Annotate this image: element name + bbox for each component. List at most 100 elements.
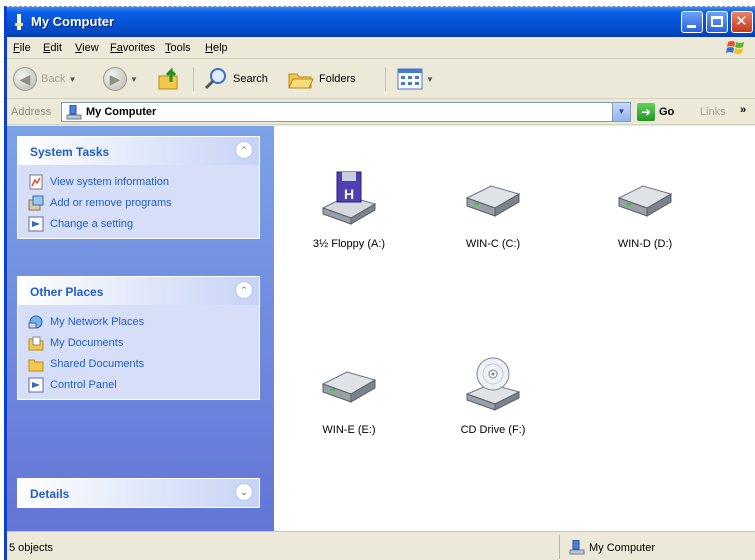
drive-item-e[interactable]: WIN-E (E:) bbox=[294, 354, 404, 436]
go-arrow-icon: ➜ bbox=[637, 103, 655, 121]
system-tasks-panel: System Tasks ⌃ View system information A… bbox=[17, 136, 260, 239]
menu-help[interactable]: Help bbox=[205, 42, 228, 54]
control-panel-icon bbox=[28, 216, 44, 231]
cd-drive-icon bbox=[465, 357, 521, 411]
links-button[interactable]: Links bbox=[700, 106, 726, 118]
folders-icon bbox=[288, 73, 314, 89]
svg-text:H: H bbox=[344, 186, 354, 202]
hard-drive-icon bbox=[321, 371, 377, 403]
maximize-icon bbox=[711, 16, 723, 27]
explorer-window: My Computer ✕ File Edit View Favorites T… bbox=[4, 6, 755, 560]
system-info-icon bbox=[29, 174, 43, 189]
windows-logo-icon bbox=[726, 41, 744, 54]
title-bar[interactable]: My Computer ✕ bbox=[7, 7, 755, 37]
forward-dropdown-icon: ▼ bbox=[130, 74, 138, 84]
back-arrow-icon: ◀ bbox=[13, 67, 37, 91]
network-places-icon bbox=[28, 315, 43, 328]
my-computer-small-icon bbox=[66, 105, 82, 120]
status-location-label: My Computer bbox=[589, 541, 656, 554]
views-dropdown-icon: ▼ bbox=[426, 74, 434, 84]
back-button[interactable]: ◀ Back ▼ bbox=[13, 65, 76, 93]
place-label: My Documents bbox=[50, 336, 124, 349]
object-count: 5 objects bbox=[9, 542, 54, 554]
menu-view[interactable]: View bbox=[75, 42, 99, 54]
status-divider bbox=[559, 535, 560, 559]
place-label: My Network Places bbox=[50, 315, 145, 328]
forward-button[interactable]: ▶ ▼ bbox=[103, 65, 138, 93]
toolbar-separator bbox=[193, 67, 194, 91]
my-computer-title-icon bbox=[15, 14, 23, 30]
control-panel-icon bbox=[28, 377, 44, 392]
close-button[interactable]: ✕ bbox=[731, 11, 753, 33]
minimize-icon bbox=[687, 25, 696, 28]
task-add-remove-programs[interactable]: Add or remove programs bbox=[28, 192, 249, 213]
links-chevron-icon[interactable]: » bbox=[740, 104, 746, 116]
back-dropdown-icon: ▼ bbox=[68, 74, 77, 84]
drive-label: CD Drive (F:) bbox=[460, 424, 526, 436]
views-button[interactable]: ▼ bbox=[397, 65, 434, 93]
toolbar: ◀ Back ▼ ▶ ▼ Search Folders ▼ bbox=[7, 59, 755, 99]
address-input[interactable]: My Computer ▼ bbox=[61, 102, 631, 122]
address-value: My Computer bbox=[86, 106, 157, 118]
expand-chevron-icon[interactable]: ⌄ bbox=[235, 483, 253, 501]
task-change-setting[interactable]: Change a setting bbox=[28, 213, 249, 234]
place-my-network-places[interactable]: My Network Places bbox=[28, 311, 249, 332]
drive-item-d[interactable]: WIN-D (D:) bbox=[590, 168, 700, 250]
drive-label: WIN-D (D:) bbox=[617, 238, 673, 250]
task-label: Change a setting bbox=[50, 217, 134, 230]
window-title: My Computer bbox=[31, 14, 115, 29]
menu-edit[interactable]: Edit bbox=[43, 42, 62, 54]
menu-favorites[interactable]: Favorites bbox=[110, 42, 155, 54]
search-icon bbox=[204, 68, 226, 90]
search-label: Search bbox=[233, 73, 268, 85]
floppy-drive-icon: H bbox=[321, 171, 377, 225]
up-folder-icon bbox=[158, 67, 178, 90]
forward-arrow-icon: ▶ bbox=[103, 67, 127, 91]
go-button[interactable]: ➜ Go bbox=[637, 103, 674, 121]
add-remove-programs-icon bbox=[28, 195, 44, 210]
toolbar-separator bbox=[385, 67, 386, 91]
address-label: Address bbox=[11, 106, 52, 118]
minimize-button[interactable] bbox=[681, 11, 703, 33]
folders-button[interactable]: Folders bbox=[287, 65, 356, 93]
drive-label: 3½ Floppy (A:) bbox=[312, 238, 386, 250]
details-title: Details bbox=[30, 487, 70, 501]
system-tasks-title: System Tasks bbox=[30, 145, 110, 159]
menu-tools[interactable]: Tools bbox=[165, 42, 191, 54]
search-button[interactable]: Search bbox=[203, 65, 268, 93]
place-label: Shared Documents bbox=[50, 357, 145, 370]
address-dropdown-icon[interactable]: ▼ bbox=[612, 103, 630, 121]
close-icon: ✕ bbox=[735, 13, 748, 30]
views-icon bbox=[397, 68, 423, 90]
folders-label: Folders bbox=[319, 73, 356, 85]
place-my-documents[interactable]: My Documents bbox=[28, 332, 249, 353]
hard-drive-icon bbox=[617, 185, 673, 217]
system-tasks-header[interactable]: System Tasks ⌃ bbox=[18, 137, 259, 165]
drive-label: WIN-C (C:) bbox=[465, 238, 521, 250]
collapse-chevron-icon[interactable]: ⌃ bbox=[235, 141, 253, 159]
drive-label: WIN-E (E:) bbox=[322, 424, 376, 436]
hard-drive-icon bbox=[465, 185, 521, 217]
go-label: Go bbox=[659, 106, 675, 118]
status-location: My Computer bbox=[569, 540, 655, 555]
place-control-panel[interactable]: Control Panel bbox=[28, 374, 249, 395]
drive-item-a[interactable]: H 3½ Floppy (A:) bbox=[294, 168, 404, 250]
other-places-header[interactable]: Other Places ⌃ bbox=[18, 277, 259, 305]
collapse-chevron-icon[interactable]: ⌃ bbox=[235, 281, 253, 299]
task-label: View system information bbox=[50, 175, 170, 188]
place-label: Control Panel bbox=[50, 378, 117, 391]
task-view-system-info[interactable]: View system information bbox=[28, 171, 249, 192]
other-places-title: Other Places bbox=[30, 285, 104, 299]
details-header[interactable]: Details ⌄ bbox=[18, 479, 259, 507]
task-pane: System Tasks ⌃ View system information A… bbox=[7, 126, 274, 531]
up-folder-button[interactable] bbox=[157, 65, 183, 93]
other-places-panel: Other Places ⌃ My Network Places My Docu… bbox=[17, 276, 260, 400]
place-shared-documents[interactable]: Shared Documents bbox=[28, 353, 249, 374]
my-computer-small-icon bbox=[569, 540, 585, 555]
status-bar: 5 objects My Computer bbox=[7, 531, 755, 560]
drive-item-f[interactable]: CD Drive (F:) bbox=[438, 354, 548, 436]
back-label: Back bbox=[41, 73, 66, 85]
maximize-button[interactable] bbox=[706, 11, 728, 33]
drive-item-c[interactable]: WIN-C (C:) bbox=[438, 168, 548, 250]
menu-file[interactable]: File bbox=[13, 42, 31, 54]
